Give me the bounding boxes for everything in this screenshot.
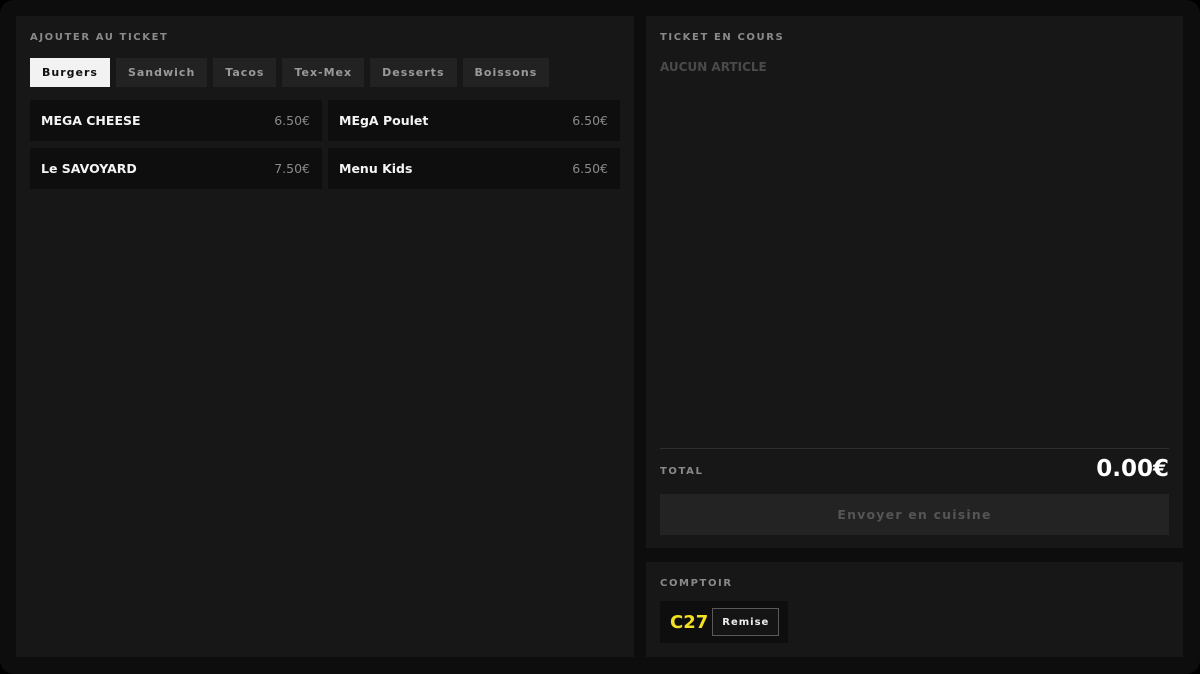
- tab-boissons[interactable]: Boissons: [462, 58, 550, 87]
- menu-panel: AJOUTER AU TICKET Burgers Sandwich Tacos…: [16, 16, 634, 657]
- counter-code: C27: [670, 611, 709, 633]
- product-price: 6.50€: [274, 113, 310, 128]
- product-card[interactable]: MEGA CHEESE 6.50€: [30, 100, 322, 141]
- counter-order-box: C27 Remise: [660, 601, 788, 643]
- product-price: 7.50€: [274, 161, 310, 176]
- product-name: Le SAVOYARD: [41, 161, 137, 176]
- counter-panel: COMPTOIR C27 Remise: [646, 562, 1183, 657]
- total-value: 0.00€: [1096, 456, 1169, 482]
- total-label: TOTAL: [660, 466, 704, 477]
- counter-title: COMPTOIR: [660, 578, 733, 589]
- tab-desserts[interactable]: Desserts: [370, 58, 457, 87]
- ticket-divider: [660, 448, 1169, 449]
- menu-title: AJOUTER AU TICKET: [30, 32, 169, 43]
- product-name: MEgA Poulet: [339, 113, 429, 128]
- product-price: 6.50€: [572, 161, 608, 176]
- ticket-title: TICKET EN COURS: [660, 32, 785, 43]
- empty-ticket-label: AUCUN ARTICLE: [660, 60, 767, 74]
- tab-burgers[interactable]: Burgers: [30, 58, 110, 87]
- tab-tacos[interactable]: Tacos: [213, 58, 277, 87]
- ticket-panel: TICKET EN COURS AUCUN ARTICLE TOTAL 0.00…: [646, 16, 1183, 548]
- tab-tex-mex[interactable]: Tex-Mex: [282, 58, 365, 87]
- product-card[interactable]: Menu Kids 6.50€: [328, 148, 620, 189]
- send-to-kitchen-button[interactable]: Envoyer en cuisine: [660, 494, 1169, 535]
- product-card[interactable]: MEgA Poulet 6.50€: [328, 100, 620, 141]
- product-price: 6.50€: [572, 113, 608, 128]
- tab-sandwich[interactable]: Sandwich: [115, 58, 208, 87]
- app-frame: AJOUTER AU TICKET Burgers Sandwich Tacos…: [0, 0, 1200, 674]
- remise-button[interactable]: Remise: [712, 608, 780, 636]
- product-card[interactable]: Le SAVOYARD 7.50€: [30, 148, 322, 189]
- product-grid: MEGA CHEESE 6.50€ MEgA Poulet 6.50€ Le S…: [30, 100, 620, 189]
- product-name: MEGA CHEESE: [41, 113, 141, 128]
- product-name: Menu Kids: [339, 161, 413, 176]
- category-tabs: Burgers Sandwich Tacos Tex-Mex Desserts …: [30, 58, 550, 87]
